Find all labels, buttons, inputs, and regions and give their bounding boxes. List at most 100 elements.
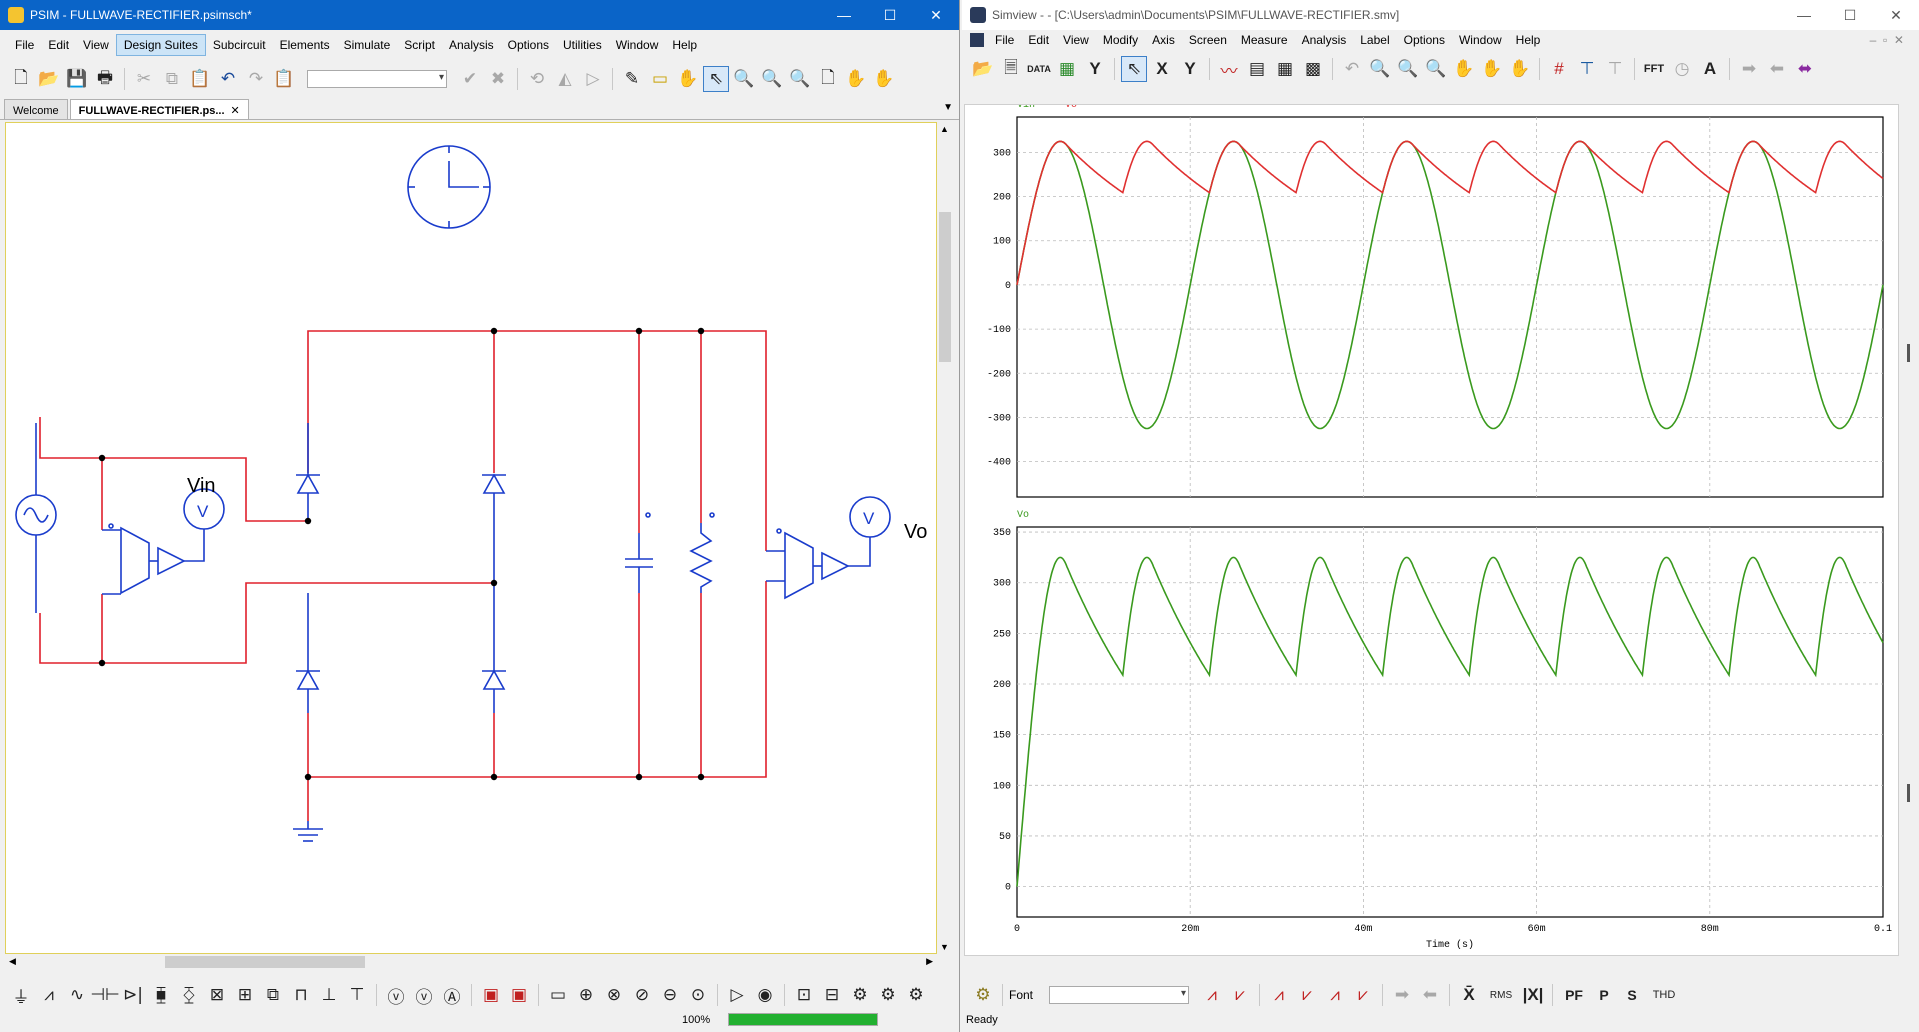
sv-menu-file[interactable]: File [988, 30, 1021, 50]
vsensor-vo-icon[interactable] [784, 531, 814, 600]
tab-fullwave-rectifier[interactable]: FULLWAVE-RECTIFIER.ps... ✕ [69, 99, 249, 119]
zoom-in-icon[interactable]: 🔍 [759, 66, 785, 92]
sv-menu-analysis[interactable]: Analysis [1295, 30, 1354, 50]
sv-document-icon[interactable]: 🗏 [998, 56, 1024, 82]
waveform-plot-area[interactable]: 300 200 100 0 -100 -200 -300 -400 Vin Vo 350 300 25… [964, 99, 1899, 956]
sv-rms-button[interactable]: RMS [1484, 982, 1518, 1008]
redo-icon[interactable]: ↷ [243, 66, 269, 92]
sv-screen3-icon[interactable]: ▩ [1300, 56, 1326, 82]
minimize-icon[interactable]: — [1781, 0, 1827, 30]
capacitor-element-icon[interactable]: ⊣⊢ [90, 982, 120, 1008]
step-source-icon[interactable]: ⊙ [685, 982, 711, 1008]
open-folder-icon[interactable]: 📂 [36, 66, 62, 92]
misc-icon[interactable]: ⚙ [903, 982, 929, 1008]
sv-mean-icon[interactable]: X̄ [1456, 982, 1482, 1008]
schematic-horizontal-scrollbar[interactable]: ◀ ▶ [5, 954, 937, 970]
maximize-icon[interactable]: ☐ [867, 0, 913, 30]
menu-subcircuit[interactable]: Subcircuit [206, 35, 273, 55]
menu-window[interactable]: Window [609, 35, 666, 55]
sv-cursor-2-icon[interactable]: ⊤ [1602, 56, 1628, 82]
inductor-element-icon[interactable]: ∿ [64, 982, 90, 1008]
flip-horizontal-icon[interactable]: ◭ [552, 66, 578, 92]
minimize-icon[interactable]: — [821, 0, 867, 30]
sv-abs-mean-icon[interactable]: |X| [1520, 982, 1546, 1008]
tab-welcome[interactable]: Welcome [4, 99, 68, 119]
vsensor-vin-icon[interactable] [120, 526, 150, 595]
ground-element-icon[interactable]: ⏚ [8, 982, 34, 1008]
plot-vin-vo[interactable]: 300 200 100 0 -100 -200 -300 -400 Vin Vo [987, 99, 1884, 498]
sv-menu-measure[interactable]: Measure [1234, 30, 1295, 50]
sv-grid-icon[interactable]: # [1546, 56, 1572, 82]
mosfet-element-icon[interactable]: ⧰ [176, 982, 202, 1008]
pan-hand-icon[interactable]: ✋ [675, 66, 701, 92]
menu-design-suites[interactable]: Design Suites [115, 34, 206, 56]
sv-min-icon[interactable]: ⩗ [1227, 982, 1253, 1008]
flip-vertical-icon[interactable]: ▷ [580, 66, 606, 92]
run-simulation-icon[interactable]: ✋ [843, 66, 869, 92]
current-source-icon[interactable]: ⊘ [629, 982, 655, 1008]
sv-zoom-icon[interactable]: 🔍 [1367, 56, 1393, 82]
thyristor-element-icon[interactable]: ⧯ [148, 982, 174, 1008]
menu-file[interactable]: File [8, 35, 41, 55]
diode-d4-icon[interactable] [482, 583, 506, 713]
resistor-icon[interactable] [689, 523, 713, 593]
sv-cursor-icon[interactable]: ⊤ [1574, 56, 1600, 82]
sv-pan-icon[interactable]: ✋ [1507, 56, 1533, 82]
pwm-element-icon[interactable]: ⊓ [288, 982, 314, 1008]
sv-menu-edit[interactable]: Edit [1021, 30, 1056, 50]
check-icon[interactable]: ✔ [457, 66, 483, 92]
pi-block-icon[interactable]: ⊟ [819, 982, 845, 1008]
menu-options[interactable]: Options [501, 35, 556, 55]
sv-undo-icon[interactable]: ↶ [1339, 56, 1365, 82]
sv-menu-modify[interactable]: Modify [1096, 30, 1145, 50]
maximize-icon[interactable]: ☐ [1827, 0, 1873, 30]
zoom-out-icon[interactable]: 🔍 [787, 66, 813, 92]
sv-y-axis-icon[interactable]: Y [1082, 56, 1108, 82]
sv-s-button[interactable]: S [1619, 982, 1645, 1008]
sv-peak-icon[interactable]: ⩘ [1266, 982, 1292, 1008]
sv-text-icon[interactable]: A [1697, 56, 1723, 82]
schematic-vertical-scrollbar[interactable]: ▲ ▼ [937, 122, 953, 954]
new-file-icon[interactable]: 🗋 [8, 66, 34, 92]
sv-prev-icon[interactable]: ⬅ [1417, 982, 1443, 1008]
undo-icon[interactable]: ↶ [215, 66, 241, 92]
paste-icon[interactable]: 📋 [187, 66, 213, 92]
simview-vertical-scrollbar[interactable] [1901, 104, 1917, 956]
comparator-icon[interactable]: ▷ [724, 982, 750, 1008]
font-combo[interactable] [1049, 986, 1190, 1004]
sv-peak-2-icon[interactable]: ⩘ [1322, 982, 1348, 1008]
sv-x-icon[interactable]: X [1149, 56, 1175, 82]
sv-menu-help[interactable]: Help [1509, 30, 1548, 50]
sv-clock-icon[interactable]: ◷ [1669, 56, 1695, 82]
diode-d3-icon[interactable] [482, 473, 506, 583]
k-block-icon[interactable]: ⊡ [791, 982, 817, 1008]
sv-next-icon[interactable]: ➡ [1389, 982, 1415, 1008]
wire-pencil-icon[interactable]: ✎ [619, 66, 645, 92]
menu-view[interactable]: View [76, 35, 116, 55]
sv-select-arrow-icon[interactable]: ⇖ [1121, 56, 1147, 82]
sv-y-icon[interactable]: Y [1177, 56, 1203, 82]
sv-pf-button[interactable]: PF [1559, 982, 1589, 1008]
sv-valley-2-icon[interactable]: ⩗ [1350, 982, 1376, 1008]
sv-zoom-in-icon[interactable]: 🔍 [1395, 56, 1421, 82]
plot-vo[interactable]: 350 300 250 200 150 100 50 0 Vo 0 20m 40m 60m 80m 0.1 T… [993, 510, 1892, 951]
sv-screen1-icon[interactable]: ▤ [1244, 56, 1270, 82]
menu-edit[interactable]: Edit [41, 35, 76, 55]
scope-2-icon[interactable]: ▣ [506, 982, 532, 1008]
legend-vin[interactable]: Vin [1017, 99, 1035, 111]
sv-menu-label[interactable]: Label [1353, 30, 1396, 50]
dc-source-icon[interactable]: ⊕ [573, 982, 599, 1008]
zoom-icon[interactable]: 🔍 [731, 66, 757, 92]
sv-menu-options[interactable]: Options [1397, 30, 1452, 50]
sv-max-icon[interactable]: ⩘ [1199, 982, 1225, 1008]
print-icon[interactable]: 🖶 [92, 66, 118, 92]
sv-open-folder-icon[interactable]: 📂 [970, 56, 996, 82]
sv-hand-icon[interactable]: ✋ [1451, 56, 1477, 82]
block-icon[interactable]: ▭ [545, 982, 571, 1008]
sv-double-arrow-icon[interactable]: ⬌ [1792, 56, 1818, 82]
switch-a-element-icon[interactable]: ⊥ [316, 982, 342, 1008]
menu-script[interactable]: Script [397, 35, 442, 55]
sv-right-arrow-icon[interactable]: ➡ [1736, 56, 1762, 82]
save-icon[interactable]: 💾 [64, 66, 90, 92]
capacitor-icon[interactable] [625, 533, 653, 593]
